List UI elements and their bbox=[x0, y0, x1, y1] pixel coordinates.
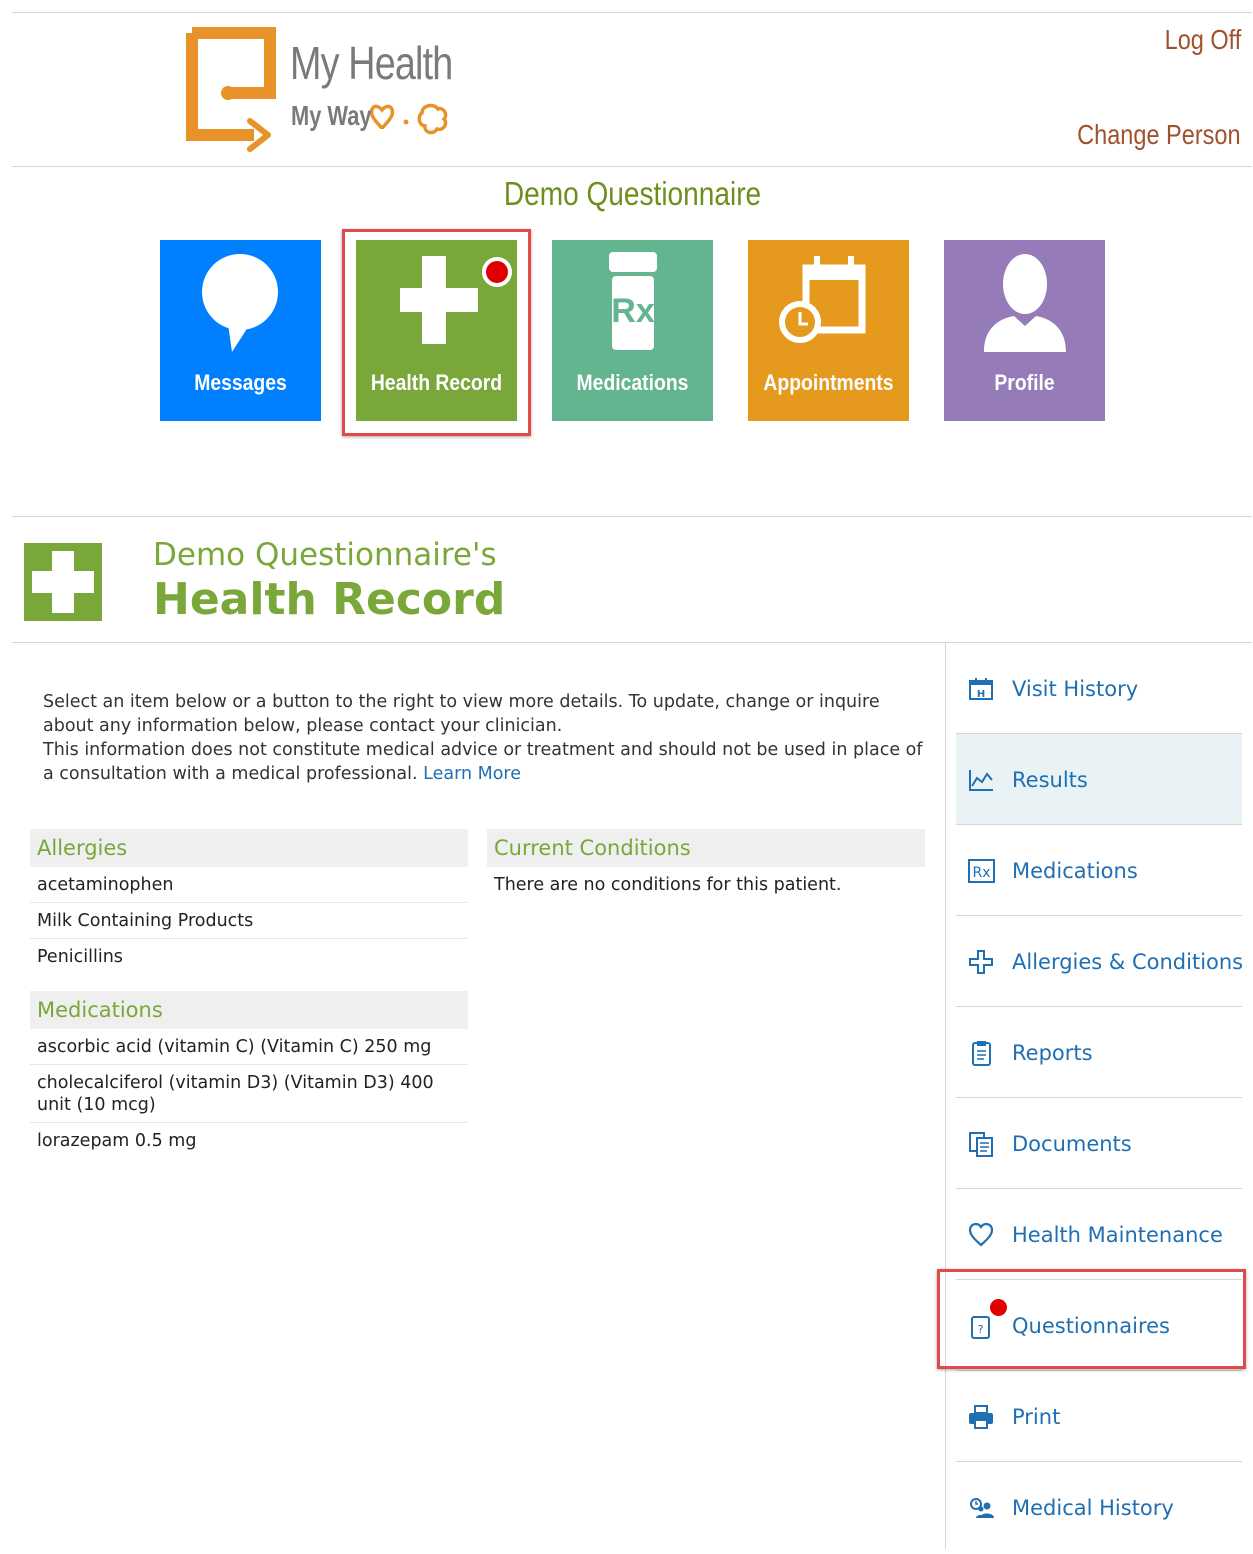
nav-documents[interactable]: Documents bbox=[956, 1098, 1242, 1189]
table-row[interactable]: Penicillins bbox=[30, 939, 468, 974]
tile-label: Messages bbox=[194, 370, 287, 395]
medications-header: Medications bbox=[30, 991, 468, 1029]
medications-table: Medications ascorbic acid (vitamin C) (V… bbox=[30, 991, 468, 1158]
section-divider bbox=[12, 516, 1252, 517]
top-divider bbox=[12, 12, 1252, 13]
nav-visit-history[interactable]: H Visit History bbox=[956, 643, 1242, 734]
tile-medications[interactable]: Rx Medications bbox=[552, 240, 713, 421]
nav-label: Health Maintenance bbox=[1012, 1223, 1223, 1247]
svg-text:Rx: Rx bbox=[972, 865, 990, 881]
tile-label: Profile bbox=[994, 370, 1055, 395]
conditions-table: Current Conditions There are no conditio… bbox=[487, 829, 925, 903]
svg-text:H: H bbox=[977, 689, 985, 700]
tile-appointments[interactable]: Appointments bbox=[748, 240, 909, 421]
conditions-header: Current Conditions bbox=[487, 829, 925, 867]
table-row[interactable]: Milk Containing Products bbox=[30, 903, 468, 939]
log-off-link[interactable]: Log Off bbox=[1164, 24, 1241, 56]
nav-allergies-conditions[interactable]: Allergies & Conditions bbox=[956, 916, 1244, 1007]
info-line-2: This information does not constitute med… bbox=[43, 740, 923, 784]
allergies-header: Allergies bbox=[30, 829, 468, 867]
cross-outline-icon bbox=[969, 950, 993, 974]
info-line-1: Select an item below or a button to the … bbox=[43, 692, 880, 736]
documents-icon bbox=[969, 1132, 993, 1157]
rx-icon: Rx bbox=[968, 859, 995, 883]
selection-highlight bbox=[342, 229, 531, 436]
nav-medical-history[interactable]: Medical History bbox=[956, 1462, 1242, 1552]
heart-icon bbox=[968, 1222, 994, 1247]
section-subtitle: Demo Questionnaire's bbox=[153, 537, 497, 573]
allergies-table: Allergies acetaminophen Milk Containing … bbox=[30, 829, 468, 974]
health-record-section-icon bbox=[24, 543, 102, 621]
tile-label: Medications bbox=[576, 370, 689, 395]
printer-icon bbox=[969, 1405, 993, 1429]
section-title: Health Record bbox=[153, 574, 506, 625]
conditions-empty-text: There are no conditions for this patient… bbox=[494, 875, 842, 895]
tile-profile[interactable]: Profile bbox=[944, 240, 1105, 421]
nav-results[interactable]: Results bbox=[956, 734, 1242, 825]
table-row[interactable]: cholecalciferol (vitamin D3) (Vitamin D3… bbox=[30, 1065, 468, 1123]
nav-print[interactable]: Print bbox=[956, 1371, 1242, 1462]
tile-messages[interactable]: Messages bbox=[160, 240, 321, 421]
nav-label: Reports bbox=[1012, 1041, 1093, 1065]
nav-label: Medical History bbox=[1012, 1496, 1174, 1520]
logo-subtitle: My Way bbox=[291, 100, 372, 131]
hospital-calendar-icon: H bbox=[969, 678, 993, 700]
learn-more-link[interactable]: Learn More bbox=[423, 764, 521, 784]
nav-label: Results bbox=[1012, 768, 1088, 792]
table-row[interactable]: acetaminophen bbox=[30, 867, 468, 903]
line-chart-icon bbox=[969, 770, 993, 791]
info-text: Select an item below or a button to the … bbox=[43, 690, 923, 786]
tile-label: Appointments bbox=[763, 370, 894, 395]
patient-name: Demo Questionnaire bbox=[503, 175, 762, 212]
nav-medications[interactable]: Rx Medications bbox=[956, 825, 1242, 916]
nav-health-maintenance[interactable]: Health Maintenance bbox=[956, 1189, 1242, 1280]
table-row[interactable]: lorazepam 0.5 mg bbox=[30, 1123, 468, 1158]
logo-title: My Health bbox=[290, 37, 453, 89]
change-person-link[interactable]: Change Person bbox=[1078, 119, 1241, 151]
clipboard-icon bbox=[972, 1041, 991, 1066]
family-history-icon bbox=[970, 1498, 994, 1518]
nav-label: Print bbox=[1012, 1405, 1061, 1429]
nav-label: Medications bbox=[1012, 859, 1138, 883]
nav-label: Visit History bbox=[1012, 677, 1139, 701]
header-divider bbox=[12, 166, 1252, 167]
nav-label: Allergies & Conditions bbox=[1012, 950, 1244, 974]
nav-reports[interactable]: Reports bbox=[956, 1007, 1242, 1098]
svg-text:Rx: Rx bbox=[611, 292, 655, 330]
nav-label: Documents bbox=[1012, 1132, 1132, 1156]
table-row[interactable]: ascorbic acid (vitamin C) (Vitamin C) 25… bbox=[30, 1029, 468, 1065]
selection-highlight bbox=[937, 1269, 1246, 1369]
